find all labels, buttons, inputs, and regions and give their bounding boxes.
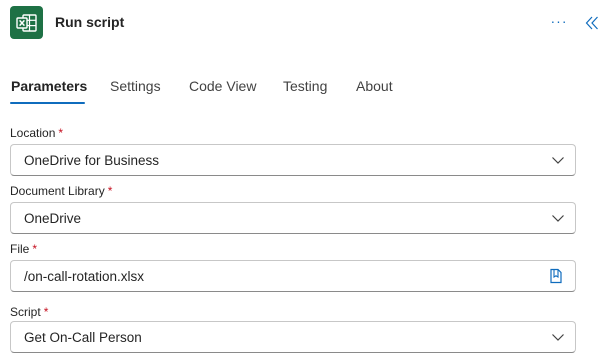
required-marker: * — [107, 184, 113, 198]
more-options-button[interactable]: ··· — [548, 12, 570, 32]
tab-about[interactable]: About — [356, 78, 393, 102]
tab-settings[interactable]: Settings — [110, 78, 161, 102]
script-label: Script * — [10, 305, 48, 319]
document-library-label: Document Library * — [10, 184, 112, 198]
chevron-down-icon — [552, 215, 564, 222]
document-library-label-text: Document Library — [10, 184, 105, 198]
panel-header: Run script ··· — [0, 0, 607, 46]
file-label-text: File — [10, 242, 30, 256]
file-value: /on-call-rotation.xlsx — [24, 269, 145, 284]
location-dropdown[interactable]: OneDrive for Business — [10, 144, 576, 176]
location-label: Location * — [10, 126, 63, 140]
document-library-dropdown[interactable]: OneDrive — [10, 202, 576, 234]
file-picker-icon[interactable] — [549, 268, 563, 284]
chevron-down-icon — [552, 334, 564, 341]
script-value: Get On-Call Person — [24, 330, 142, 345]
required-marker: * — [43, 305, 49, 319]
location-label-text: Location — [10, 126, 56, 140]
location-value: OneDrive for Business — [24, 153, 160, 168]
chevron-down-icon — [552, 157, 564, 164]
page-title: Run script — [55, 14, 125, 30]
script-dropdown[interactable]: Get On-Call Person — [10, 321, 576, 353]
document-library-value: OneDrive — [24, 211, 82, 226]
file-input[interactable]: /on-call-rotation.xlsx — [10, 260, 576, 292]
active-tab-indicator — [10, 102, 85, 104]
required-marker: * — [58, 126, 64, 140]
excel-icon — [10, 6, 43, 39]
tab-testing[interactable]: Testing — [283, 78, 327, 102]
tab-list: Parameters Settings Code View Testing Ab… — [0, 74, 607, 106]
tab-parameters[interactable]: Parameters — [11, 78, 87, 102]
file-label: File * — [10, 242, 37, 256]
double-chevron-left-icon — [585, 16, 598, 30]
script-label-text: Script — [10, 305, 41, 319]
collapse-panel-button[interactable] — [582, 12, 602, 34]
required-marker: * — [32, 242, 38, 256]
tab-code-view[interactable]: Code View — [189, 78, 256, 102]
